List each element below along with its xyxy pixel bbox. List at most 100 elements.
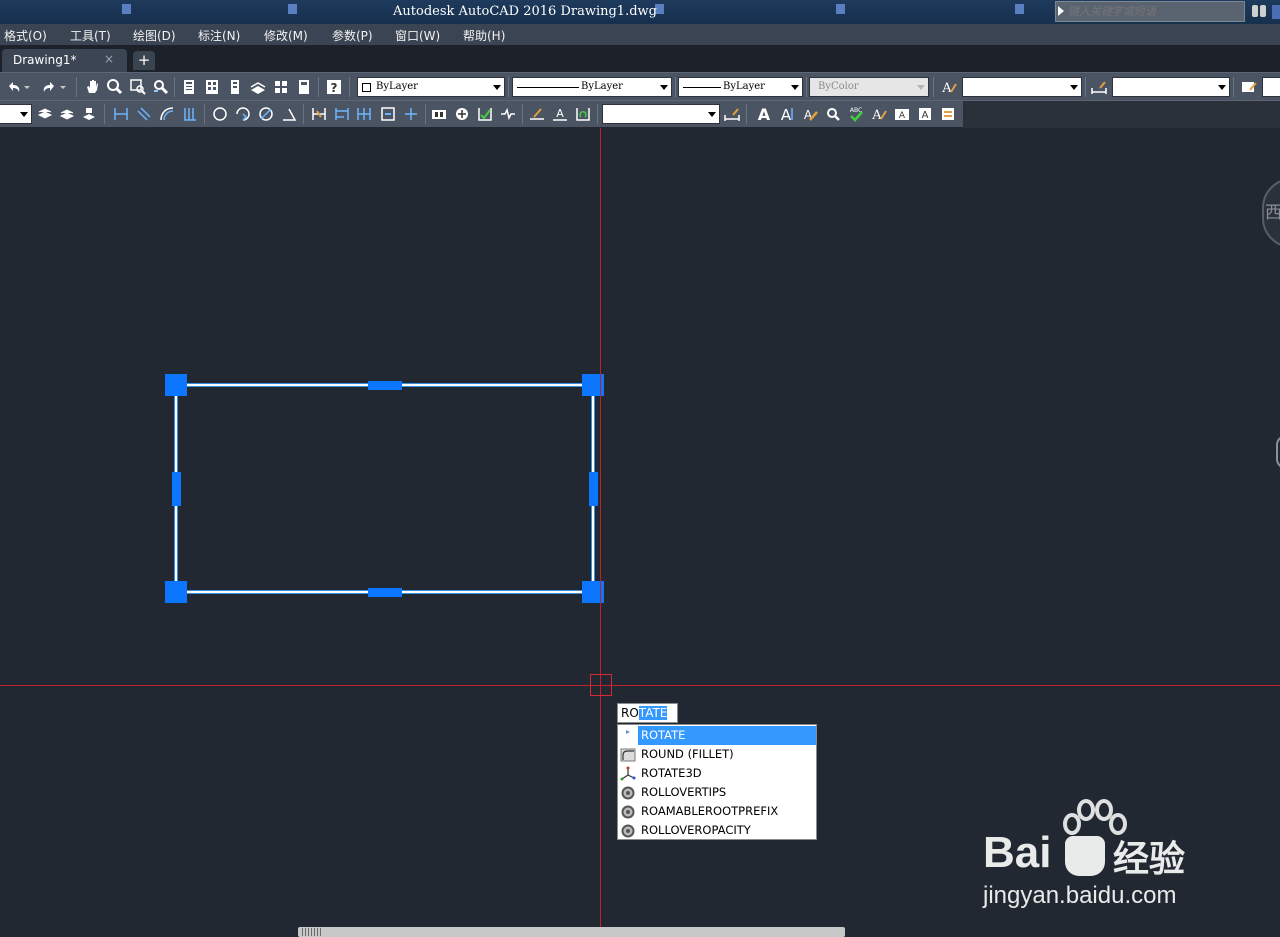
scrollbar-grip[interactable]	[302, 928, 322, 936]
text-style-dropdown[interactable]	[962, 77, 1082, 97]
convert-distance-icon[interactable]	[939, 105, 957, 123]
find-text-icon[interactable]	[824, 105, 842, 123]
multiline-text-icon[interactable]: A	[755, 105, 773, 123]
single-line-text-icon[interactable]: A	[778, 105, 796, 123]
toolbar-separator	[303, 104, 304, 124]
dimension-update-icon[interactable]	[574, 105, 592, 123]
menu-window[interactable]: 窗口(W)	[395, 27, 440, 44]
text-style-icon[interactable]: A	[870, 105, 888, 123]
menu-format[interactable]: 格式(O)	[4, 27, 47, 44]
midpoint-grip[interactable]	[172, 472, 181, 506]
expand-arrow-icon[interactable]	[1058, 6, 1064, 16]
dimension-style-manager-icon[interactable]	[723, 105, 741, 123]
calculator-icon[interactable]	[295, 78, 313, 96]
menu-tools[interactable]: 工具(T)	[70, 27, 111, 44]
aligned-dimension-icon[interactable]	[135, 105, 153, 123]
layer-states-icon[interactable]	[36, 105, 54, 123]
edit-text-icon[interactable]: A	[801, 105, 819, 123]
angular-dimension-icon[interactable]	[280, 105, 298, 123]
drawing-canvas[interactable]: 西 ROTATE ROTATE ROUND (FILLET) ROTATE3D …	[0, 128, 1280, 937]
linear-dimension-icon[interactable]	[112, 105, 130, 123]
new-tab-button[interactable]: +	[133, 51, 155, 70]
dimension-break-icon[interactable]	[402, 105, 420, 123]
diameter-dimension-icon[interactable]	[257, 105, 275, 123]
navigation-bar[interactable]	[1276, 435, 1280, 469]
menu-help[interactable]: 帮助(H)	[463, 27, 505, 44]
redo-dropdown-icon[interactable]	[58, 78, 68, 96]
corner-grip[interactable]	[165, 581, 187, 603]
quick-dimension-icon[interactable]	[310, 105, 328, 123]
search-input[interactable]	[1068, 3, 1238, 20]
zoom-previous-icon[interactable]	[152, 78, 170, 96]
continue-dimension-icon[interactable]	[356, 105, 374, 123]
layer-previous-icon[interactable]	[58, 105, 76, 123]
center-mark-icon[interactable]	[453, 105, 471, 123]
svg-text:A: A	[871, 108, 882, 123]
corner-grip[interactable]	[165, 374, 187, 396]
text-style-icon[interactable]: A	[940, 78, 958, 96]
midpoint-grip[interactable]	[589, 472, 598, 506]
dimension-edit-icon[interactable]	[528, 105, 546, 123]
search-box[interactable]	[1055, 1, 1245, 22]
gear-icon	[621, 805, 635, 819]
linetype-dropdown[interactable]: ByLayer	[512, 77, 672, 97]
watermark-du-block	[1065, 836, 1105, 876]
horizontal-scrollbar[interactable]	[298, 927, 845, 937]
viewcube-west-label[interactable]: 西	[1265, 198, 1280, 223]
dynamic-command-input[interactable]: ROTATE	[617, 703, 678, 723]
binoculars-icon[interactable]	[1248, 2, 1270, 22]
lineweight-value: ByLayer	[723, 81, 765, 92]
table-style-dropdown[interactable]	[1262, 77, 1280, 97]
markup-set-icon[interactable]	[272, 78, 290, 96]
menu-modify[interactable]: 修改(M)	[264, 27, 308, 44]
properties-icon[interactable]	[180, 78, 198, 96]
zoom-realtime-icon[interactable]	[106, 78, 124, 96]
dimension-style-icon[interactable]	[1090, 78, 1108, 96]
midpoint-grip[interactable]	[368, 588, 402, 597]
inspect-icon[interactable]	[476, 105, 494, 123]
dimension-space-icon[interactable]	[379, 105, 397, 123]
undo-dropdown-icon[interactable]	[22, 78, 32, 96]
pan-icon[interactable]	[83, 78, 101, 96]
midpoint-grip[interactable]	[368, 381, 402, 390]
color-swatch	[362, 83, 371, 92]
user-icon[interactable]	[1272, 5, 1280, 19]
justify-text-icon[interactable]: A	[916, 105, 934, 123]
autocomplete-item-rotate[interactable]: ROTATE	[618, 726, 816, 745]
design-center-icon[interactable]	[203, 78, 221, 96]
autocomplete-item-rollovertips[interactable]: ROLLOVERTIPS	[618, 783, 816, 802]
lineweight-dropdown[interactable]: ByLayer	[678, 77, 803, 97]
dimension-text-edit-icon[interactable]: A	[551, 105, 569, 123]
redo-icon[interactable]	[40, 78, 58, 96]
menu-dimension[interactable]: 标注(N)	[198, 27, 240, 44]
autocomplete-item-rotate3d[interactable]: ROTATE3D	[618, 764, 816, 783]
arc-length-icon[interactable]	[158, 105, 176, 123]
scale-text-icon[interactable]: A	[893, 105, 911, 123]
menu-parametric[interactable]: 参数(P)	[332, 27, 373, 44]
tolerance-icon[interactable]	[430, 105, 448, 123]
radius-dimension-icon[interactable]	[211, 105, 229, 123]
spell-check-icon[interactable]: ABC	[847, 105, 865, 123]
dimension-style-control[interactable]	[602, 104, 720, 124]
undo-icon[interactable]	[5, 78, 23, 96]
ordinate-dimension-icon[interactable]	[181, 105, 199, 123]
menu-draw[interactable]: 绘图(D)	[133, 27, 176, 44]
make-current-layer-icon[interactable]	[80, 105, 98, 123]
jogged-dimension-icon[interactable]	[234, 105, 252, 123]
autocomplete-item-round[interactable]: ROUND (FILLET)	[618, 745, 816, 764]
autocomplete-item-rolloveropacity[interactable]: ROLLOVEROPACITY	[618, 821, 816, 840]
tab-drawing1[interactable]: Drawing1* ×	[2, 49, 127, 72]
autocomplete-item-roamablerootprefix[interactable]: ROAMABLEROOTPREFIX	[618, 802, 816, 821]
help-icon[interactable]: ?	[325, 78, 343, 96]
tool-palettes-icon[interactable]	[226, 78, 244, 96]
jogged-linear-icon[interactable]	[499, 105, 517, 123]
sheet-set-icon[interactable]	[249, 78, 267, 96]
color-dropdown[interactable]: ByLayer	[357, 77, 505, 97]
close-icon[interactable]: ×	[104, 52, 114, 66]
table-style-icon[interactable]	[1240, 78, 1258, 96]
zoom-window-icon[interactable]	[129, 78, 147, 96]
svg-text:A: A	[556, 107, 564, 120]
dimension-style-dropdown[interactable]	[1112, 77, 1230, 97]
layer-dropdown[interactable]	[0, 104, 32, 124]
baseline-dimension-icon[interactable]	[333, 105, 351, 123]
